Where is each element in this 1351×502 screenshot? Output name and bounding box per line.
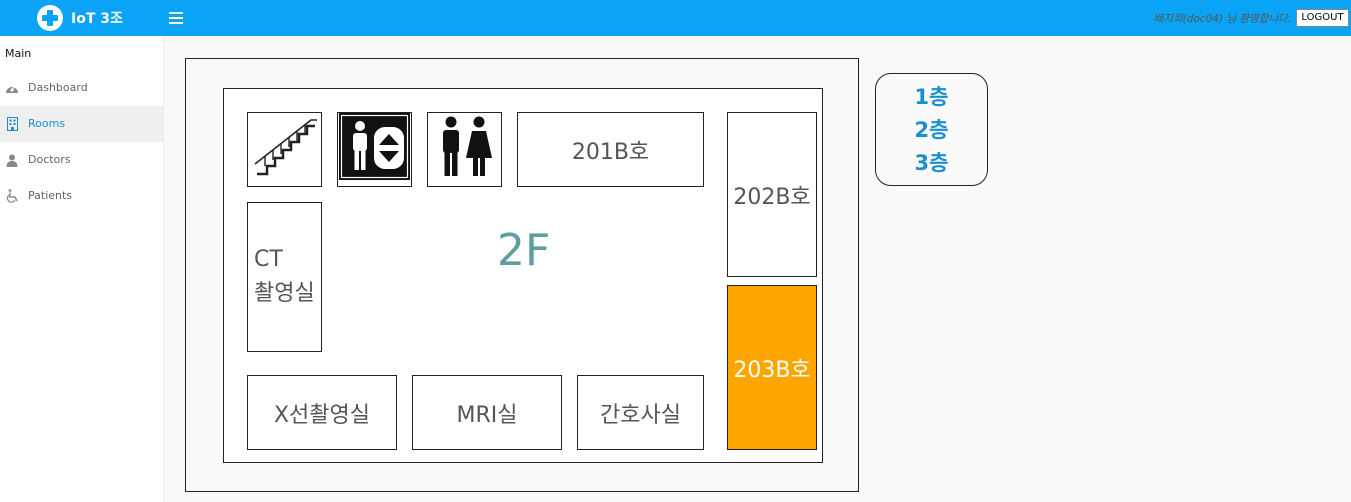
room-nurse-station[interactable]: 간호사실 xyxy=(577,375,704,450)
floor-label: 2F xyxy=(497,225,551,276)
wheelchair-icon xyxy=(5,189,19,203)
dashboard-icon xyxy=(5,81,19,95)
restroom-icon xyxy=(435,114,495,186)
room-201B[interactable]: 201B호 xyxy=(517,112,704,187)
elevator-icon xyxy=(338,110,411,189)
floor-link-1[interactable]: 1층 xyxy=(876,81,987,111)
brand-title[interactable]: IoT 3조 xyxy=(71,8,123,28)
room-ct-label-line1: CT xyxy=(254,247,283,272)
room-203B[interactable]: 203B호 xyxy=(727,285,817,450)
floor-link-2[interactable]: 2층 xyxy=(876,114,987,144)
sidebar-item-doctors[interactable]: Doctors xyxy=(0,142,163,178)
room-mri[interactable]: MRI실 xyxy=(412,375,562,450)
floor-link-3[interactable]: 3층 xyxy=(876,147,987,177)
building-icon xyxy=(5,117,19,131)
sidebar-item-patients[interactable]: Patients xyxy=(0,178,163,214)
sidebar-item-label: Rooms xyxy=(28,117,66,130)
stairs-icon xyxy=(251,114,319,186)
restroom-box xyxy=(427,112,502,187)
stairs-box xyxy=(247,112,322,187)
doctor-icon xyxy=(5,153,19,167)
menu-toggle-icon[interactable] xyxy=(169,9,183,27)
floor-selector: 1층 2층 3층 xyxy=(875,73,988,186)
sidebar-section-title: Main xyxy=(5,47,32,60)
logout-button[interactable]: LOGOUT xyxy=(1296,9,1349,27)
welcome-message: 배지희(doc04) 님 환영합니다. xyxy=(1153,13,1291,25)
room-ct[interactable]: CT 촬영실 xyxy=(247,202,322,352)
room-xray[interactable]: X선촬영실 xyxy=(247,375,397,450)
medical-cross-icon xyxy=(37,5,63,31)
sidebar-item-rooms[interactable]: Rooms xyxy=(0,106,163,142)
room-202B[interactable]: 202B호 xyxy=(727,112,817,277)
elevator-box xyxy=(337,112,412,187)
room-ct-label-line2: 촬영실 xyxy=(254,281,315,306)
sidebar-item-label: Dashboard xyxy=(28,81,88,94)
sidebar-item-label: Doctors xyxy=(28,153,71,166)
sidebar-item-dashboard[interactable]: Dashboard xyxy=(0,70,163,106)
sidebar-item-label: Patients xyxy=(28,189,73,202)
top-navbar: IoT 3조 배지희(doc04) 님 환영합니다. xyxy=(0,0,1351,36)
sidebar: Main Dashboard Rooms Doctors Patients xyxy=(0,36,164,502)
